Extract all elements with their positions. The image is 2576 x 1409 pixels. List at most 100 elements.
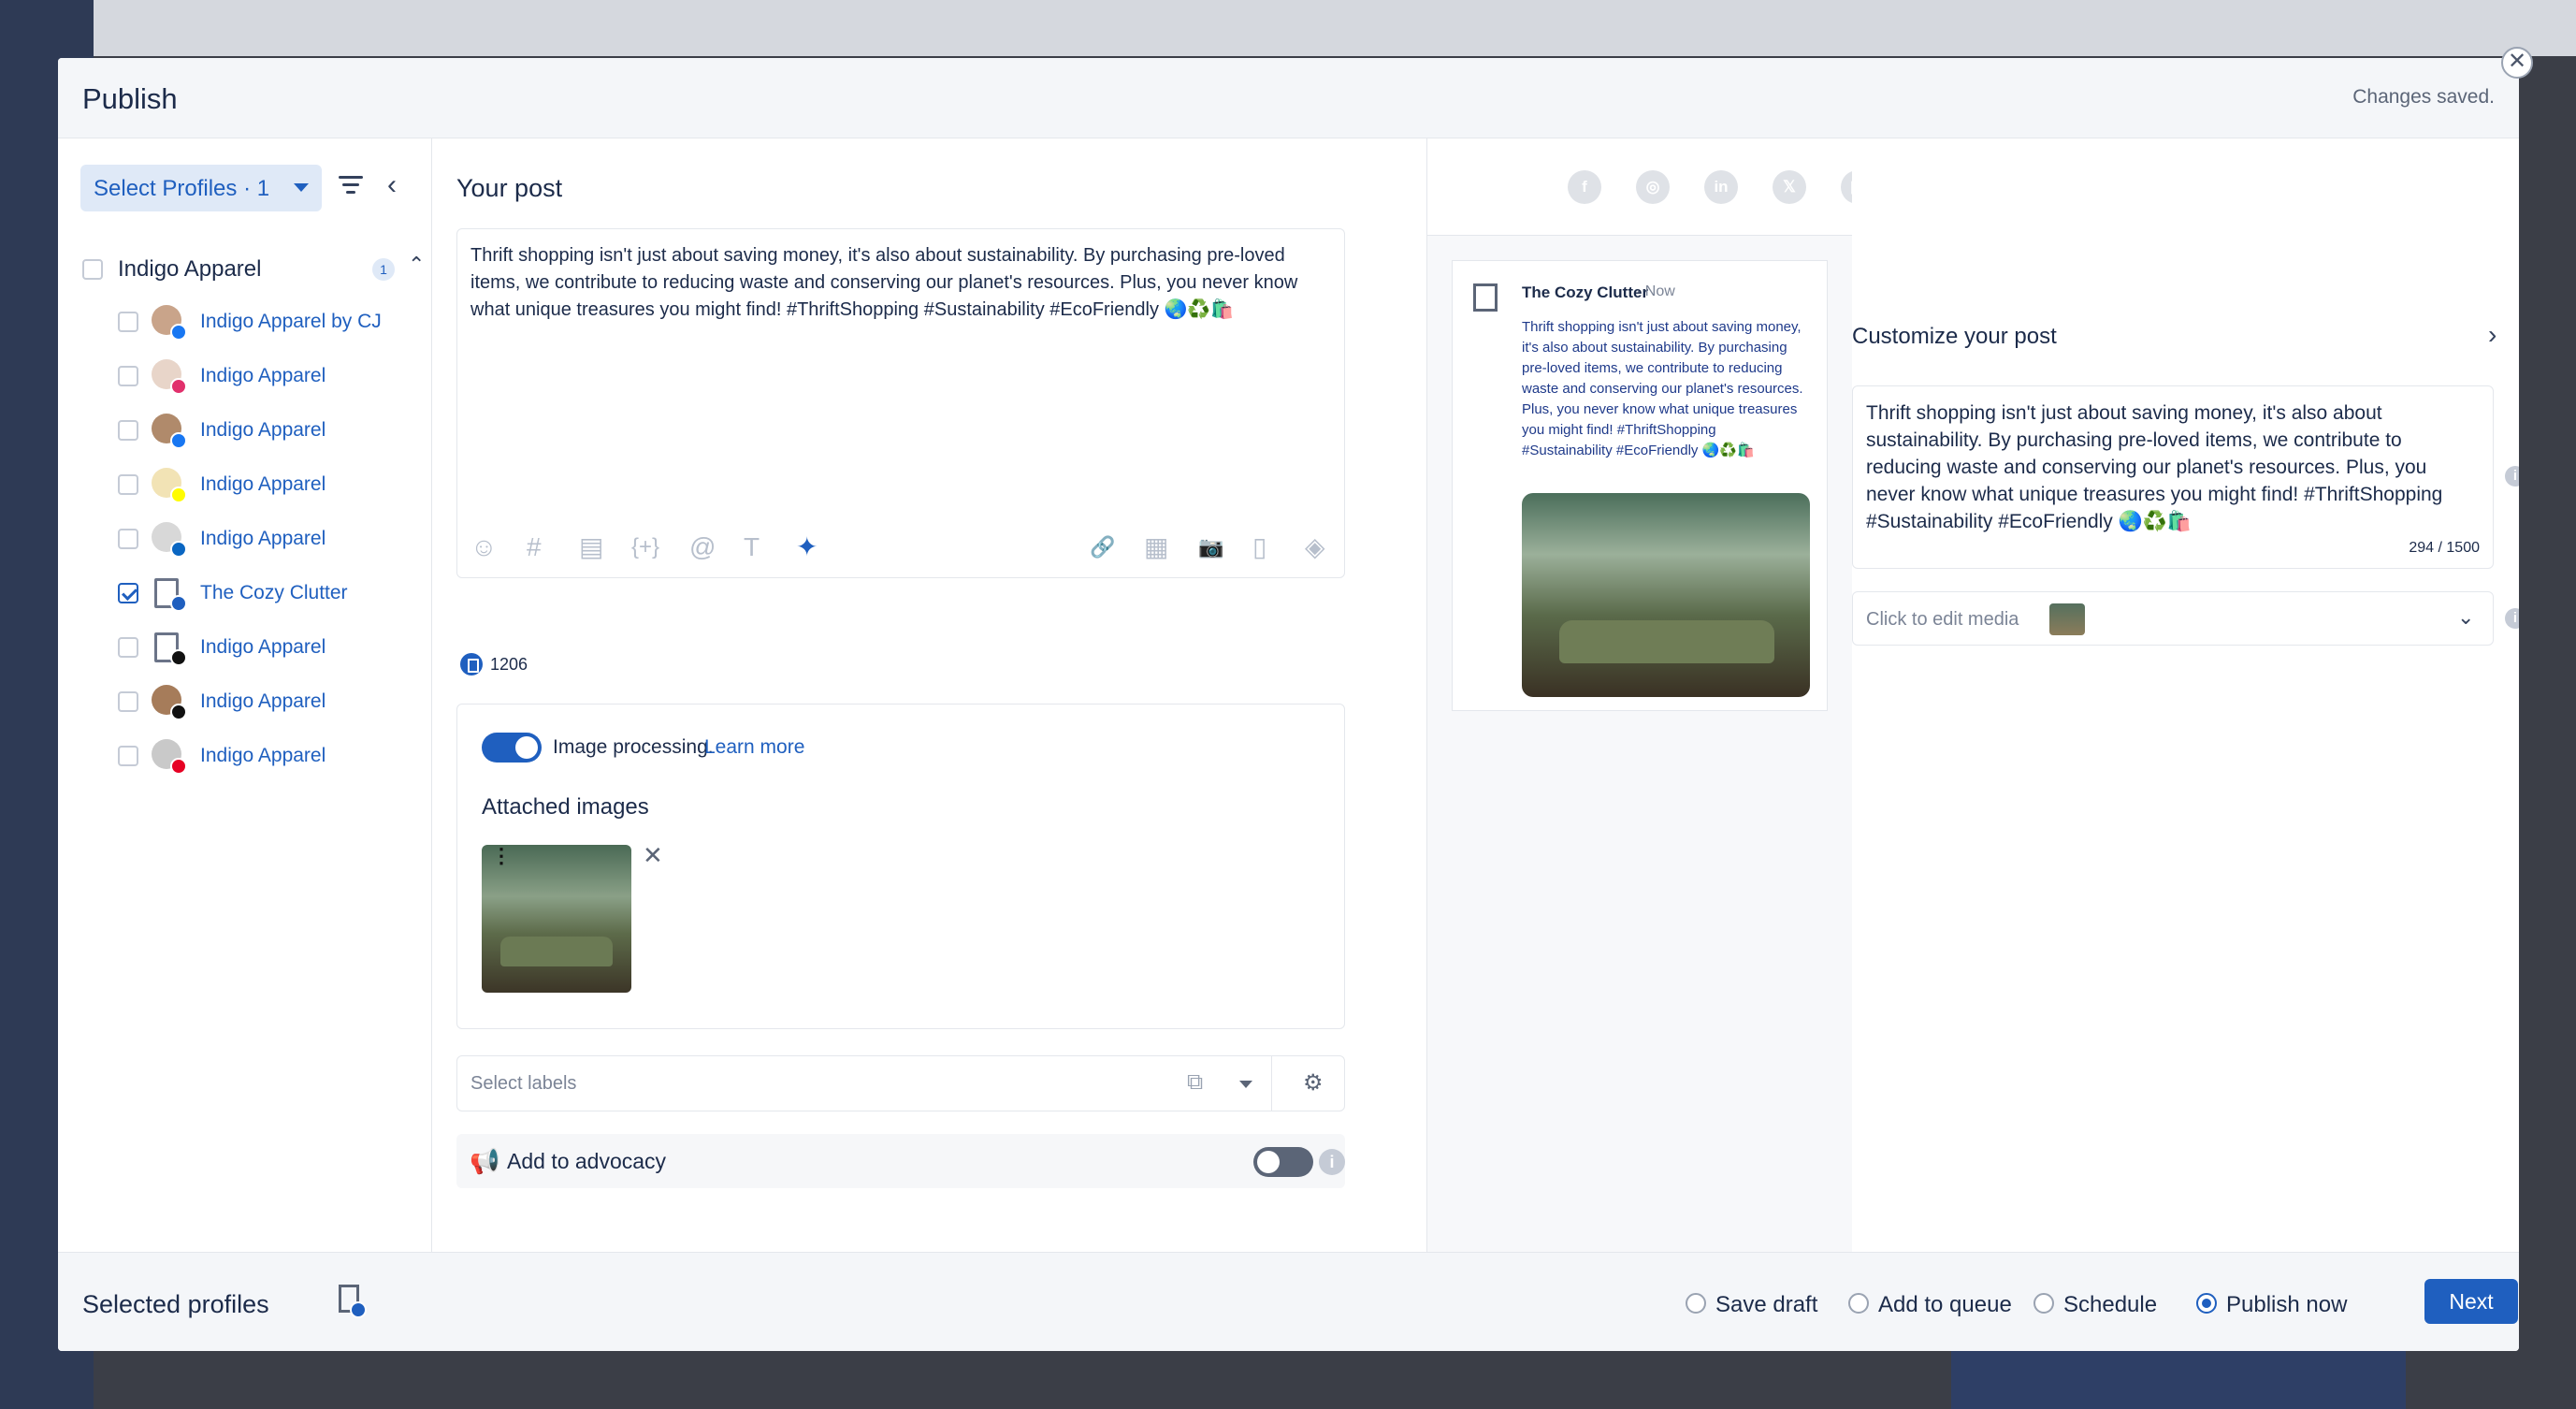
- profile-label: Indigo Apparel: [200, 419, 326, 441]
- save-status: Changes saved.: [2352, 86, 2495, 108]
- group-label: Indigo Apparel: [118, 256, 262, 282]
- publish-modal: Publish Changes saved. Select Profiles ·…: [58, 58, 2519, 1351]
- preview-image: [1522, 493, 1810, 697]
- profile-label: The Cozy Clutter: [200, 582, 348, 603]
- more-vertical-icon[interactable]: ⋮: [491, 846, 512, 866]
- remove-image-icon[interactable]: ✕: [643, 841, 663, 870]
- custom-post-textarea[interactable]: Thrift shopping isn't just about saving …: [1852, 385, 2494, 569]
- editor-toolbar: ☺ # ▤ {+} @ T ✦ 🔗 ▦ 📷 ▯ ◈: [470, 530, 1331, 564]
- post-editor[interactable]: Thrift shopping isn't just about saving …: [456, 228, 1345, 578]
- image-processing-toggle[interactable]: [482, 733, 542, 763]
- profile-checkbox[interactable]: [118, 583, 138, 603]
- next-button[interactable]: Next: [2424, 1279, 2518, 1324]
- radio-label: Add to queue: [1878, 1292, 2012, 1317]
- profile-item[interactable]: The Cozy Clutter: [114, 574, 413, 612]
- text-format-icon[interactable]: T: [744, 530, 760, 564]
- magic-wand-icon[interactable]: ✦: [796, 530, 818, 564]
- chevron-down-icon[interactable]: ⌄: [2457, 605, 2474, 630]
- profile-checkbox[interactable]: [118, 312, 138, 332]
- customize-title: Customize your post: [1852, 324, 2057, 349]
- profile-item[interactable]: Indigo Apparel: [114, 466, 413, 503]
- radio-button[interactable]: [2196, 1293, 2217, 1314]
- divider: [1271, 1056, 1272, 1111]
- instagram-icon: [170, 378, 187, 395]
- network-tab-linkedin-icon[interactable]: in: [1704, 170, 1738, 204]
- preview-text: Thrift shopping isn't just about saving …: [1522, 319, 1803, 458]
- profile-item[interactable]: Indigo Apparel: [114, 412, 413, 449]
- close-icon[interactable]: ✕: [2501, 47, 2533, 79]
- edit-media-dropdown[interactable]: Click to edit media ⌄: [1852, 591, 2494, 646]
- radio-label: Save draft: [1715, 1292, 1818, 1317]
- profile-checkbox[interactable]: [118, 366, 138, 386]
- radio-button[interactable]: [1686, 1293, 1706, 1314]
- radio-button[interactable]: [2033, 1293, 2054, 1314]
- image-processing-label: Image processing.: [553, 736, 714, 758]
- attached-image-thumbnail[interactable]: ⋮: [482, 845, 631, 993]
- profile-item[interactable]: Indigo Apparel: [114, 737, 413, 775]
- google-business-icon: [170, 595, 187, 612]
- profile-label: Indigo Apparel: [200, 690, 326, 712]
- selected-profiles-label: Selected profiles: [82, 1290, 269, 1318]
- profile-checkbox[interactable]: [118, 691, 138, 712]
- profile-label: Indigo Apparel: [200, 473, 326, 495]
- profile-item[interactable]: Indigo Apparel by CJ: [114, 303, 413, 341]
- info-icon[interactable]: i: [2505, 608, 2519, 629]
- emoji-icon[interactable]: ☺: [470, 530, 498, 564]
- mention-icon[interactable]: @: [689, 530, 716, 564]
- info-icon[interactable]: i: [2505, 466, 2519, 487]
- hashtag-icon[interactable]: #: [527, 530, 542, 564]
- edit-media-label: Click to edit media: [1866, 609, 2019, 630]
- tiktok-icon: [170, 704, 187, 720]
- radio-button[interactable]: [1848, 1293, 1869, 1314]
- preview-profile-name: The Cozy Clutter: [1522, 283, 1649, 301]
- profile-checkbox[interactable]: [118, 746, 138, 766]
- info-icon[interactable]: i: [1319, 1149, 1345, 1175]
- chevron-left-icon[interactable]: ‹: [387, 171, 397, 199]
- app-topbar-backdrop: [94, 0, 2576, 56]
- customize-panel: Customize your post › Thrift shopping is…: [1852, 138, 2519, 1252]
- template-icon[interactable]: ▤: [579, 530, 603, 564]
- profile-checkbox[interactable]: [118, 420, 138, 441]
- advocacy-toggle[interactable]: [1253, 1147, 1313, 1177]
- copy-labels-icon[interactable]: ⧉: [1187, 1069, 1203, 1096]
- caret-down-icon[interactable]: [1239, 1081, 1252, 1088]
- profile-item[interactable]: Indigo Apparel: [114, 520, 413, 558]
- profile-item[interactable]: Indigo Apparel: [114, 357, 413, 395]
- profiles-panel: Select Profiles · 1 ‹ Indigo Apparel 1 ⌃…: [58, 138, 432, 1252]
- camera-icon[interactable]: 📷: [1198, 530, 1223, 564]
- attached-images-card: Image processing. Learn more Attached im…: [456, 704, 1345, 1029]
- group-checkbox[interactable]: [82, 259, 103, 280]
- network-tab-x-icon[interactable]: 𝕏: [1773, 170, 1806, 204]
- profile-checkbox[interactable]: [118, 637, 138, 658]
- modal-header: Publish Changes saved.: [58, 58, 2519, 138]
- profile-checkbox[interactable]: [118, 529, 138, 549]
- caret-down-icon: [294, 183, 309, 192]
- post-textarea[interactable]: Thrift shopping isn't just about saving …: [470, 242, 1331, 324]
- filter-icon[interactable]: [339, 176, 363, 196]
- group-count-badge: 1: [372, 258, 395, 281]
- variable-icon[interactable]: {+}: [631, 530, 659, 564]
- document-icon[interactable]: ▯: [1252, 530, 1266, 564]
- profile-item[interactable]: Indigo Apparel: [114, 683, 413, 720]
- radio-label: Publish now: [2226, 1292, 2348, 1317]
- profile-group[interactable]: Indigo Apparel 1 ⌃: [82, 251, 425, 288]
- select-profiles-dropdown[interactable]: Select Profiles · 1: [80, 165, 322, 211]
- google-business-icon: [350, 1301, 367, 1318]
- gif-icon[interactable]: ▦: [1144, 530, 1168, 564]
- media-thumbnail: [2049, 603, 2085, 635]
- gear-icon[interactable]: ⚙: [1303, 1069, 1324, 1097]
- labels-select[interactable]: Select labels ⧉ ⚙: [456, 1055, 1345, 1111]
- profile-item[interactable]: Indigo Apparel: [114, 629, 413, 666]
- profile-label: Indigo Apparel by CJ: [200, 311, 382, 332]
- attached-images-title: Attached images: [482, 794, 649, 820]
- custom-post-text[interactable]: Thrift shopping isn't just about saving …: [1866, 399, 2480, 535]
- profile-checkbox[interactable]: [118, 474, 138, 495]
- chevron-right-icon[interactable]: ›: [2488, 320, 2496, 350]
- network-tab-facebook-icon[interactable]: f: [1568, 170, 1601, 204]
- learn-more-link[interactable]: Learn more: [704, 736, 804, 759]
- canva-icon[interactable]: ◈: [1305, 530, 1325, 564]
- chevron-up-icon[interactable]: ⌃: [408, 253, 425, 277]
- link-icon[interactable]: 🔗: [1090, 530, 1115, 564]
- network-tab-instagram-icon[interactable]: ◎: [1636, 170, 1670, 204]
- custom-char-count: 294 / 1500: [2409, 540, 2480, 556]
